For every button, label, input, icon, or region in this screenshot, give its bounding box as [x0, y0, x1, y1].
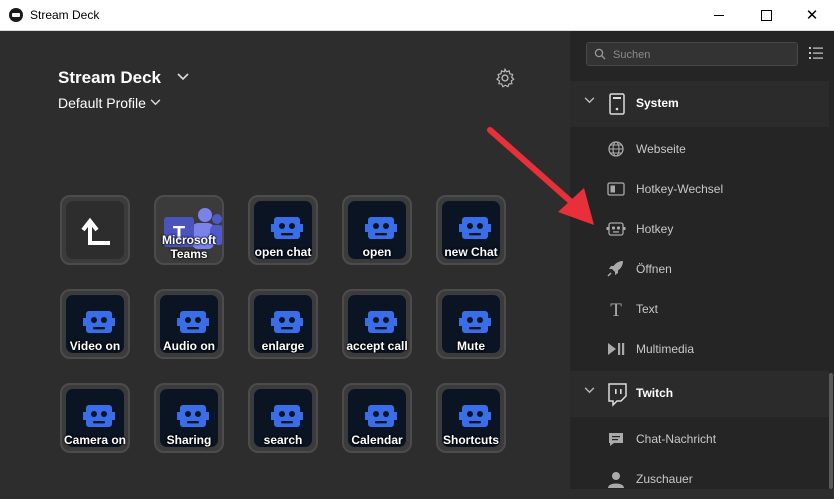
stream-deck-key[interactable]: open chat [248, 195, 318, 265]
text-icon: T [610, 300, 622, 318]
actions-sidebar: System Webseite Hotkey-Wechsel Hotkey [570, 31, 834, 489]
chevron-down-icon[interactable] [584, 95, 595, 107]
robot-icon [83, 405, 115, 427]
play-pause-icon [608, 343, 625, 355]
key-label: Microsoft Teams [162, 233, 216, 261]
action-label: Zuschauer [636, 472, 693, 486]
user-icon [608, 472, 624, 488]
robot-icon [459, 311, 491, 333]
key-label: open chat [254, 245, 312, 259]
key-face [66, 201, 124, 259]
hotkey-switch-icon [607, 182, 625, 196]
close-icon: ✕ [805, 7, 819, 24]
stream-deck-key[interactable]: Video on [60, 289, 130, 359]
maximize-button[interactable] [743, 0, 789, 30]
stream-deck-key[interactable]: open [342, 195, 412, 265]
rocket-icon [607, 261, 623, 277]
category-twitch[interactable]: Twitch [570, 371, 829, 417]
category-system[interactable]: System [570, 81, 829, 127]
twitch-icon [608, 383, 627, 407]
key-label: open [362, 245, 392, 259]
action-text[interactable]: T Text [570, 289, 829, 329]
search-input[interactable] [611, 46, 795, 64]
action-label: Chat-Nachricht [636, 432, 717, 446]
stream-deck-key[interactable]: Sharing [154, 383, 224, 453]
action-label: Text [636, 302, 659, 316]
stream-deck-key[interactable]: Calendar [342, 383, 412, 453]
sidebar-scrollbar[interactable] [829, 373, 833, 489]
action-multimedia[interactable]: Multimedia [570, 329, 829, 369]
action-label: Öffnen [636, 262, 672, 276]
stream-deck-key[interactable]: enlarge [248, 289, 318, 359]
chat-icon [609, 433, 623, 446]
key-label: Audio on [163, 339, 215, 353]
stream-deck-app-icon [9, 8, 23, 22]
key-back[interactable] [60, 195, 130, 265]
stream-deck-key[interactable]: accept call [342, 289, 412, 359]
robot-icon [83, 311, 115, 333]
robot-icon [365, 217, 397, 239]
robot-icon [606, 222, 626, 236]
stream-deck-key[interactable]: T Microsoft Teams [154, 195, 224, 265]
action-zuschauer[interactable]: Zuschauer [570, 459, 829, 499]
robot-icon [459, 405, 491, 427]
globe-icon [608, 141, 624, 157]
action-label: Hotkey-Wechsel [636, 182, 724, 196]
stream-deck-key[interactable]: Mute [436, 289, 506, 359]
key-label: Calendar [351, 433, 403, 447]
key-label: new Chat [444, 245, 498, 259]
robot-icon [271, 405, 303, 427]
device-selector[interactable]: Stream Deck [58, 68, 161, 88]
robot-icon [365, 311, 397, 333]
chevron-down-icon[interactable] [177, 69, 189, 84]
chevron-down-icon[interactable] [584, 385, 595, 397]
robot-icon [271, 217, 303, 239]
action-oeffnen[interactable]: Öffnen [570, 249, 829, 289]
system-icon [609, 93, 625, 115]
robot-icon [271, 311, 303, 333]
maximize-icon [760, 9, 772, 21]
minimize-icon [714, 14, 724, 16]
robot-icon [365, 405, 397, 427]
action-chat-nachricht[interactable]: Chat-Nachricht [570, 419, 829, 459]
window-title: Stream Deck [30, 8, 100, 22]
action-hotkey-wechsel[interactable]: Hotkey-Wechsel [570, 169, 829, 209]
key-label: Shortcuts [442, 433, 499, 447]
stream-deck-key[interactable]: Shortcuts [436, 383, 506, 453]
key-label: Camera on [63, 433, 127, 447]
title-bar: Stream Deck ✕ [0, 0, 834, 31]
key-label: enlarge [261, 339, 305, 353]
stream-deck-key[interactable]: Camera on [60, 383, 130, 453]
action-label: Webseite [636, 142, 686, 156]
robot-icon [177, 311, 209, 333]
key-label: accept call [346, 339, 408, 353]
stream-deck-key[interactable]: search [248, 383, 318, 453]
stream-deck-key[interactable]: new Chat [436, 195, 506, 265]
close-button[interactable]: ✕ [789, 0, 834, 30]
action-label: Hotkey [636, 222, 674, 236]
action-label: Multimedia [636, 342, 695, 356]
stream-deck-key[interactable]: Audio on [154, 289, 224, 359]
search-icon [594, 48, 606, 60]
list-view-icon[interactable] [808, 45, 824, 61]
category-label: System [636, 96, 679, 110]
search-box[interactable] [586, 42, 798, 66]
action-hotkey[interactable]: Hotkey [570, 209, 829, 249]
robot-icon [177, 405, 209, 427]
key-label: search [263, 433, 303, 447]
back-arrow-icon [81, 217, 110, 245]
key-label: Mute [457, 339, 485, 353]
chevron-down-icon[interactable] [150, 95, 161, 109]
gear-icon[interactable] [494, 67, 516, 89]
category-label: Twitch [636, 386, 674, 400]
minimize-button[interactable] [696, 0, 742, 30]
profile-selector[interactable]: Default Profile [58, 95, 146, 111]
key-label: Sharing [166, 433, 212, 447]
action-webseite[interactable]: Webseite [570, 129, 829, 169]
svg-text:T: T [610, 300, 622, 318]
key-label: Video on [69, 339, 121, 353]
robot-icon [459, 217, 491, 239]
